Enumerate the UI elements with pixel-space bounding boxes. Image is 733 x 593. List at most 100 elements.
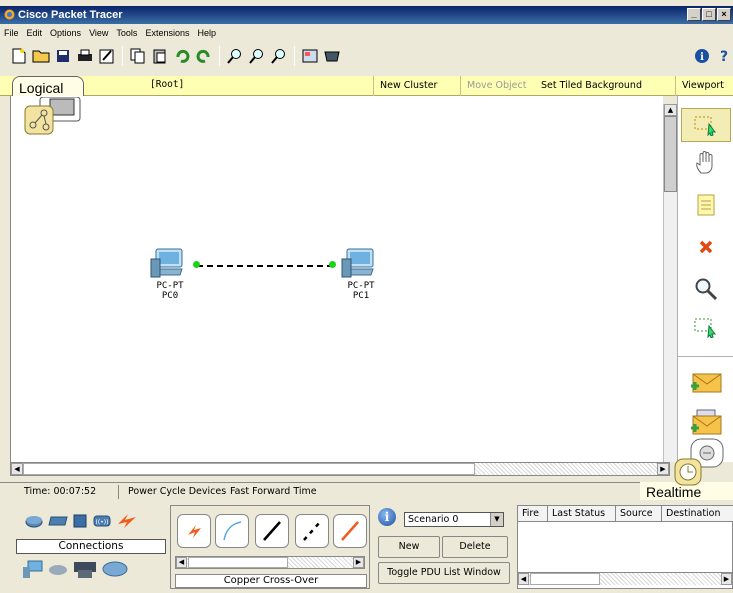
cable-scroll-thumb[interactable] [188,557,288,568]
add-complex-pdu-icon[interactable] [686,406,726,440]
set-tiled-background-button[interactable]: Set Tiled Background [535,76,648,96]
device-name-label: PC0 [161,291,179,301]
pdu-table-scrollbar[interactable]: ◀ ▶ [518,572,732,585]
info-icon[interactable]: i [693,47,711,65]
scenario-select[interactable]: Scenario 0 ▼ [404,512,504,527]
pdu-table-header: Fire Last Status Source Destination [518,506,733,522]
switches-icon[interactable] [48,515,68,527]
title-bar: Cisco Packet Tracer _ □ × [0,6,733,24]
menu-help[interactable]: Help [197,24,216,42]
custom-made-devices-icon[interactable] [72,558,98,580]
copper-cross-over-icon[interactable] [295,514,329,548]
console-cable-icon[interactable] [215,514,249,548]
delete-icon[interactable] [686,230,726,264]
chevron-down-icon[interactable]: ▼ [490,513,503,526]
menu-edit[interactable]: Edit [27,24,43,42]
minimize-button[interactable]: _ [687,8,701,21]
app-icon [4,9,15,20]
main-toolbar: i ? [0,42,733,70]
device-pc1[interactable]: PC-PT PC1 [331,245,391,301]
copper-cross-over-link[interactable] [197,265,333,267]
column-header-fire[interactable]: Fire [518,506,548,522]
save-icon[interactable] [54,47,72,65]
fast-forward-time-button[interactable]: Fast Forward Time [230,483,317,501]
logical-view-icon[interactable] [22,96,82,137]
pdu-scroll-thumb[interactable] [530,573,600,585]
help-icon[interactable]: ? [715,47,733,65]
select-tool-icon[interactable] [681,108,731,142]
svg-text:?: ? [720,49,728,64]
new-file-icon[interactable] [10,47,28,65]
canvas-horizontal-scrollbar[interactable]: ◀ ▶ [10,462,670,476]
workspace-path[interactable]: [Root] [150,79,184,90]
pdu-list-table: Fire Last Status Source Destination ◀ ▶ [517,505,733,589]
end-devices-icon[interactable] [22,559,44,579]
open-folder-icon[interactable] [32,47,50,65]
cable-types-scrollbar[interactable]: ◀ ▶ [175,556,365,569]
resize-shape-icon[interactable] [686,310,726,344]
copy-icon[interactable] [129,47,147,65]
scroll-left-arrow-icon[interactable]: ◀ [518,573,529,585]
selected-cable-label: Copper Cross-Over [175,574,367,588]
menu-file[interactable]: File [4,24,19,42]
maximize-button[interactable]: □ [702,8,716,21]
scenario-info-icon[interactable]: i [378,508,396,526]
scroll-right-arrow-icon[interactable]: ▶ [353,557,364,568]
drawing-palette-icon[interactable] [301,47,319,65]
move-layout-hand-icon[interactable] [686,146,726,180]
zoom-out-icon[interactable] [270,47,288,65]
scroll-right-arrow-icon[interactable]: ▶ [721,573,732,585]
close-button[interactable]: × [717,8,731,21]
scroll-right-arrow-icon[interactable]: ▶ [657,463,669,475]
paste-icon[interactable] [151,47,169,65]
workspace-bar: [Root] New Cluster Move Object Set Tiled… [0,76,733,96]
scroll-left-arrow-icon[interactable]: ◀ [176,557,187,568]
horizontal-scroll-thumb[interactable] [23,463,475,475]
wan-emulation-icon[interactable] [48,561,68,577]
canvas-vertical-scrollbar[interactable]: ▲ [663,104,677,462]
connections-icon[interactable] [116,512,138,530]
logical-tab[interactable]: Logical [12,76,84,98]
common-tools-bar [677,96,733,462]
inspect-icon[interactable] [686,272,726,306]
wireless-devices-icon[interactable]: ((•)) [92,513,112,529]
scroll-up-arrow-icon[interactable]: ▲ [664,104,677,116]
add-simple-pdu-icon[interactable] [686,366,726,400]
menu-tools[interactable]: Tools [116,24,137,42]
column-header-last-status[interactable]: Last Status [548,506,616,522]
zoom-in-icon[interactable] [226,47,244,65]
undo-icon[interactable] [173,47,191,65]
realtime-label: Realtime [646,484,702,500]
menu-extensions[interactable]: Extensions [145,24,189,42]
svg-text:((•)): ((•)) [96,519,109,526]
vertical-scroll-thumb[interactable] [664,116,677,192]
activity-wizard-icon[interactable] [98,47,116,65]
column-header-destination[interactable]: Destination [662,506,733,522]
delete-scenario-button[interactable]: Delete [442,536,508,558]
place-note-icon[interactable] [686,188,726,222]
copper-straight-through-icon[interactable] [255,514,289,548]
print-icon[interactable] [76,47,94,65]
fiber-cable-icon[interactable] [333,514,367,548]
new-cluster-button[interactable]: New Cluster [373,76,443,96]
zoom-reset-icon[interactable] [248,47,266,65]
realtime-tab[interactable]: Realtime [640,458,733,502]
device-category-label: Connections [16,539,166,554]
toggle-pdu-list-button[interactable]: Toggle PDU List Window [378,562,510,584]
move-object-button: Move Object [460,76,532,96]
power-cycle-devices-button[interactable]: Power Cycle Devices [128,483,226,501]
scroll-left-arrow-icon[interactable]: ◀ [11,463,23,475]
multiuser-connection-icon[interactable] [102,560,128,578]
menu-options[interactable]: Options [50,24,81,42]
routers-icon[interactable] [24,513,44,529]
auto-connection-icon[interactable] [177,514,211,548]
viewport-button[interactable]: Viewport [675,76,730,96]
menu-view[interactable]: View [89,24,108,42]
redo-icon[interactable] [195,47,213,65]
new-scenario-button[interactable]: New [378,536,440,558]
device-pc0[interactable]: PC-PT PC0 [140,245,200,301]
hubs-icon[interactable] [72,513,88,529]
custom-devices-icon[interactable] [323,47,341,65]
column-header-source[interactable]: Source [616,506,662,522]
connection-types-panel: ◀ ▶ Copper Cross-Over [170,505,370,589]
